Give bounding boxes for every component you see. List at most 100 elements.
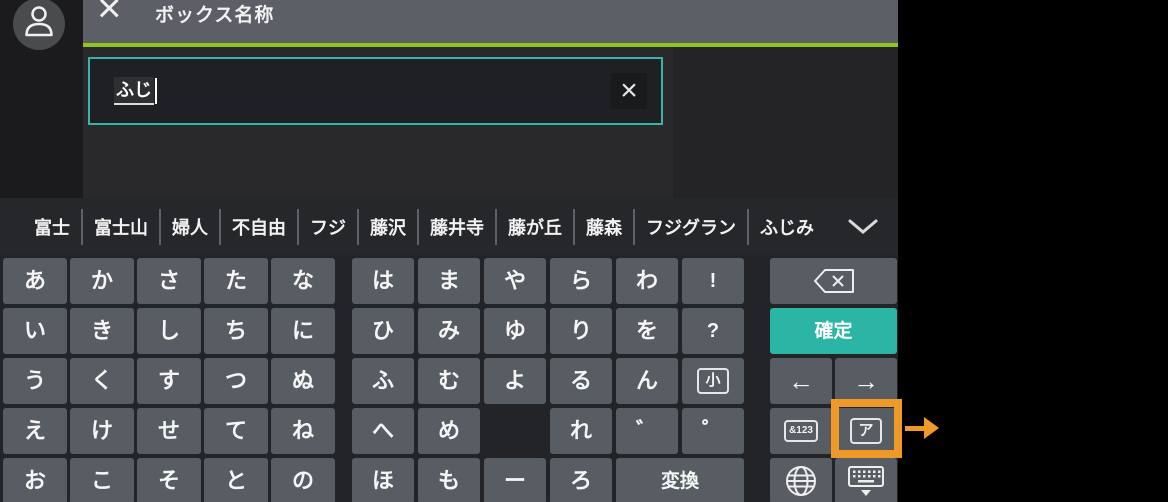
candidate-item[interactable]: ふじみ — [760, 214, 814, 240]
dialog-header: × ボックス名称 — [83, 0, 898, 43]
key-?[interactable]: ? — [682, 308, 744, 354]
key-め[interactable]: め — [418, 408, 480, 454]
key-は[interactable]: は — [352, 258, 414, 304]
key-ー[interactable]: ー — [484, 458, 546, 502]
keyboard-hide-icon — [847, 465, 885, 498]
close-icon[interactable]: × — [97, 0, 122, 29]
key-と[interactable]: と — [204, 458, 268, 502]
candidate-item[interactable]: フジ — [310, 214, 346, 240]
candidate-item[interactable]: フジグラン — [646, 214, 736, 240]
key-そ[interactable]: そ — [137, 458, 201, 502]
key-input-language[interactable] — [770, 458, 832, 502]
globe-icon — [784, 464, 818, 498]
key-backspace[interactable] — [770, 258, 897, 304]
key-の[interactable]: の — [271, 458, 335, 502]
key-を[interactable]: を — [616, 308, 678, 354]
candidate-divider — [81, 208, 83, 245]
ime-screen: × ボックス名称 ふじ × 富士 富士山 婦人 不自由 フジ 藤沢 藤井寺 藤が丘 藤森 フジグラ… — [0, 0, 1168, 502]
candidate-item[interactable]: 婦人 — [172, 214, 208, 240]
key-や[interactable]: や — [484, 258, 546, 304]
key-え[interactable]: え — [3, 408, 67, 454]
key-れ[interactable]: れ — [550, 408, 612, 454]
chevron-down-icon[interactable] — [848, 219, 878, 234]
dimmed-background — [673, 47, 898, 198]
key-ら[interactable]: ら — [550, 258, 612, 304]
composing-text: ふじ — [114, 77, 154, 105]
key-cursor-right[interactable]: → — [835, 358, 897, 404]
key-わ[interactable]: わ — [616, 258, 678, 304]
key-ま[interactable]: ま — [418, 258, 480, 304]
avatar[interactable] — [13, 0, 65, 50]
candidate-item[interactable]: 藤森 — [586, 214, 622, 240]
key-き[interactable]: き — [70, 308, 134, 354]
key-ぬ[interactable]: ぬ — [271, 358, 335, 404]
candidate-item[interactable]: 不自由 — [232, 214, 286, 240]
key-ち[interactable]: ち — [204, 308, 268, 354]
key-symbols-numbers[interactable]: &123 — [770, 408, 832, 454]
key-け[interactable]: け — [70, 408, 134, 454]
key-す[interactable]: す — [137, 358, 201, 404]
key-み[interactable]: み — [418, 308, 480, 354]
key-へ[interactable]: へ — [352, 408, 414, 454]
highlight-arrow-icon — [905, 426, 924, 431]
key-よ[interactable]: よ — [484, 358, 546, 404]
key-ゆ[interactable]: ゆ — [484, 308, 546, 354]
key-あ[interactable]: あ — [3, 258, 67, 304]
highlight-arrow-head — [924, 417, 939, 439]
key-せ[interactable]: せ — [137, 408, 201, 454]
key-cursor-left[interactable]: ← — [770, 358, 832, 404]
candidate-item[interactable]: 富士 — [34, 214, 70, 240]
key-な[interactable]: な — [271, 258, 335, 304]
key-ほ[interactable]: ほ — [352, 458, 414, 502]
key-ろ[interactable]: ろ — [550, 458, 612, 502]
keyboard: あかさたないきしちにうくすつぬえけせてねおこそとの はまやらわ! ひみゆりを? ふむよ… — [0, 255, 898, 502]
candidate-item[interactable]: 富士山 — [94, 214, 148, 240]
key-ん[interactable]: ん — [616, 358, 678, 404]
clear-input-icon[interactable]: × — [611, 73, 647, 109]
highlight-box — [831, 399, 902, 458]
key-し[interactable]: し — [137, 308, 201, 354]
input-panel: ふじ × — [83, 47, 898, 198]
key-handakuten[interactable]: ゜ — [682, 408, 744, 454]
text-caret — [155, 78, 157, 104]
candidate-divider — [633, 208, 635, 245]
key-convert[interactable]: 変換 — [616, 458, 744, 502]
key-small-kana[interactable]: 小 — [682, 358, 744, 404]
key-dakuten[interactable]: ゛ — [616, 408, 678, 454]
candidate-divider — [747, 208, 749, 245]
candidate-divider — [417, 208, 419, 245]
key-ね[interactable]: ね — [271, 408, 335, 454]
backspace-icon — [812, 267, 856, 295]
candidate-bar: 富士 富士山 婦人 不自由 フジ 藤沢 藤井寺 藤が丘 藤森 フジグラン ふじみ — [0, 198, 898, 255]
candidate-item[interactable]: 藤井寺 — [430, 214, 484, 240]
key-ひ[interactable]: ひ — [352, 308, 414, 354]
key-お[interactable]: お — [3, 458, 67, 502]
key-か[interactable]: か — [70, 258, 134, 304]
key-い[interactable]: い — [3, 308, 67, 354]
user-icon — [24, 5, 54, 43]
candidate-divider — [159, 208, 161, 245]
key-る[interactable]: る — [550, 358, 612, 404]
key-た[interactable]: た — [204, 258, 268, 304]
key-confirm[interactable]: 確定 — [770, 308, 897, 354]
key-![interactable]: ! — [682, 258, 744, 304]
key-つ[interactable]: つ — [204, 358, 268, 404]
key-さ[interactable]: さ — [137, 258, 201, 304]
key-も[interactable]: も — [418, 458, 480, 502]
key-に[interactable]: に — [271, 308, 335, 354]
key-む[interactable]: む — [418, 358, 480, 404]
candidate-item[interactable]: 藤沢 — [370, 214, 406, 240]
key-て[interactable]: て — [204, 408, 268, 454]
text-input[interactable]: ふじ × — [88, 57, 663, 125]
key-く[interactable]: く — [70, 358, 134, 404]
key-こ[interactable]: こ — [70, 458, 134, 502]
candidate-item[interactable]: 藤が丘 — [508, 214, 562, 240]
key-り[interactable]: り — [550, 308, 612, 354]
candidate-divider — [297, 208, 299, 245]
candidate-divider — [495, 208, 497, 245]
candidate-divider — [219, 208, 221, 245]
key-ふ[interactable]: ふ — [352, 358, 414, 404]
dialog-title: ボックス名称 — [155, 5, 275, 26]
key-う[interactable]: う — [3, 358, 67, 404]
key-hide-keyboard[interactable] — [835, 458, 897, 502]
